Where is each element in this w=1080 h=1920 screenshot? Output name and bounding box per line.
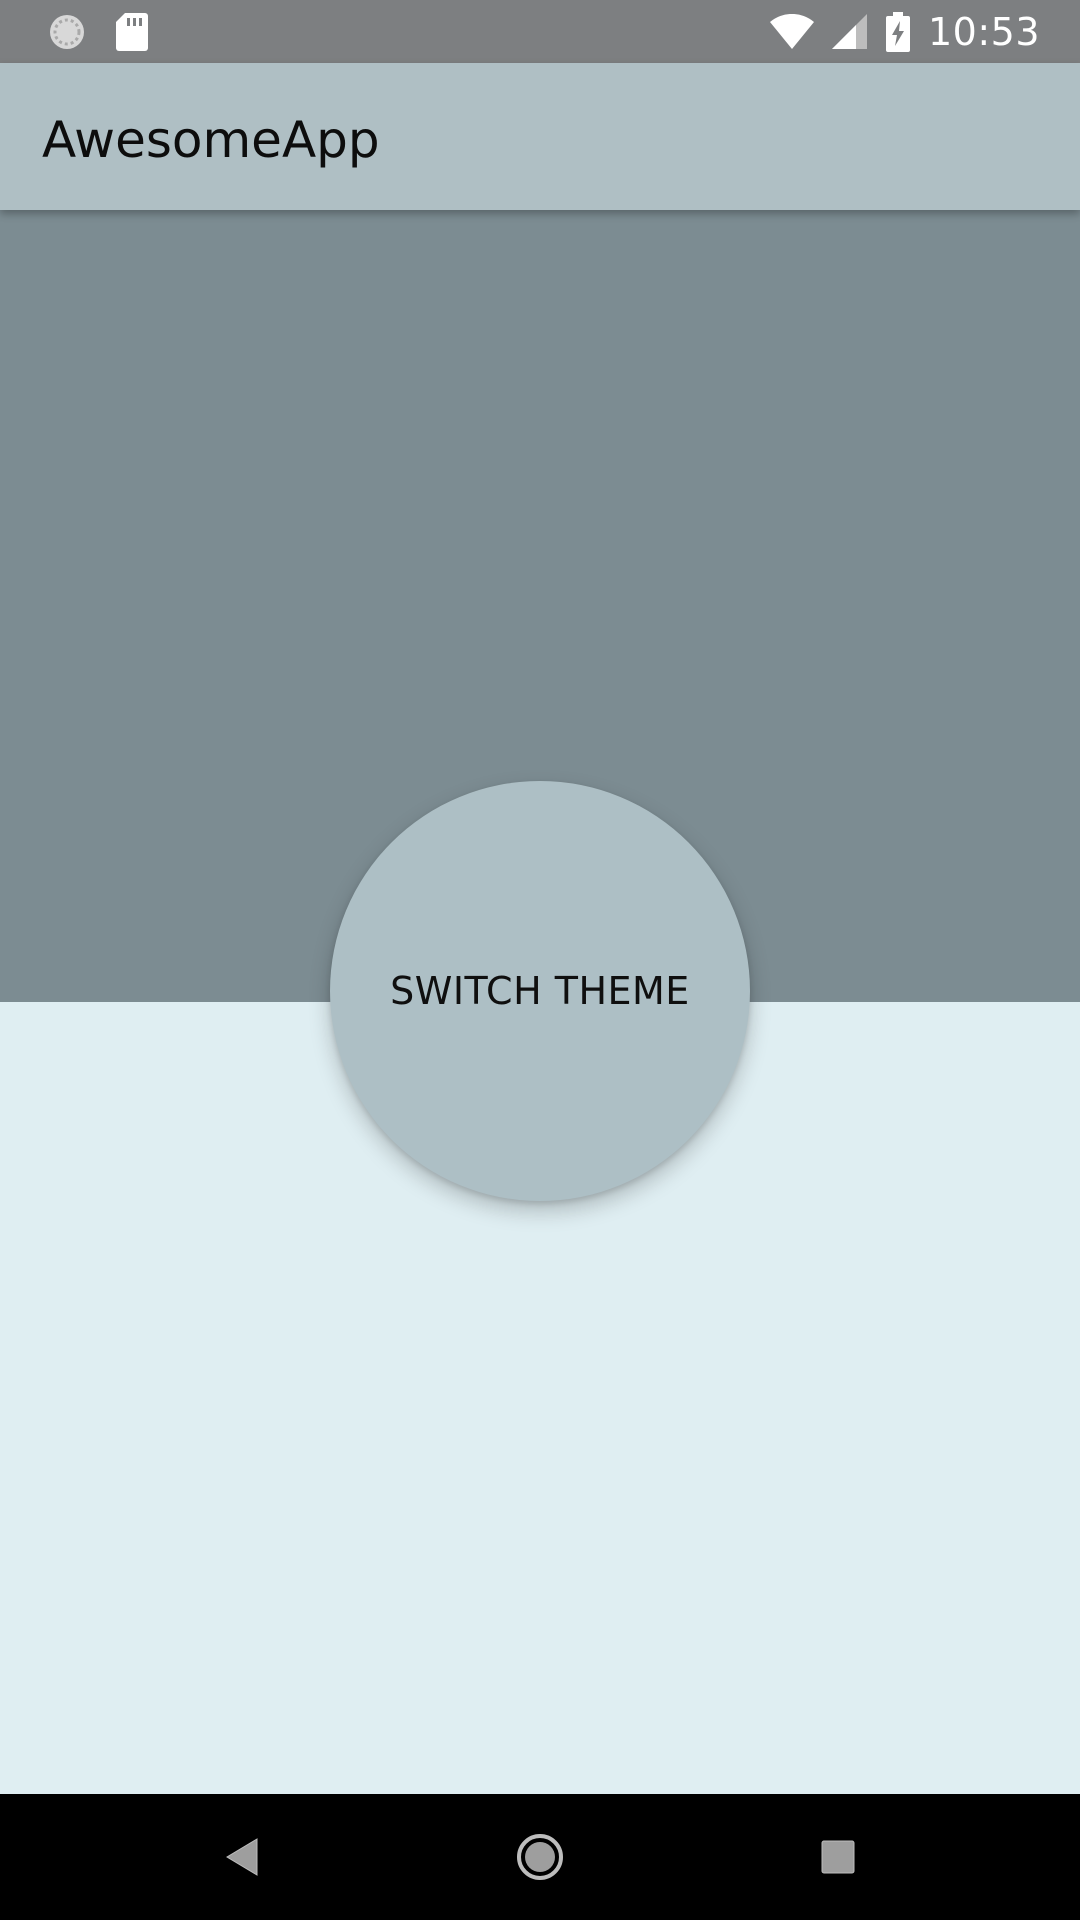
navigation-bar [0,1794,1080,1920]
status-right-icons: 10:53 [769,0,1040,63]
app-title: AwesomeApp [42,111,380,169]
back-icon [225,1837,259,1877]
cell-signal-icon [831,13,868,50]
recents-button[interactable] [768,1794,908,1920]
switch-theme-label: SWITCH THEME [390,969,690,1013]
sd-card-icon [116,13,148,51]
clock: 10:53 [927,9,1040,54]
switch-theme-button[interactable]: SWITCH THEME [330,781,750,1201]
home-button[interactable] [470,1794,610,1920]
loading-circle-icon [48,13,86,51]
home-icon [515,1832,565,1882]
recents-icon [821,1840,855,1874]
status-left-icons [48,12,148,52]
app-bar: AwesomeApp [0,63,1080,210]
status-bar: 10:53 [0,0,1080,63]
battery-charging-icon [885,11,910,52]
back-button[interactable] [172,1794,312,1920]
screen: 10:53 AwesomeApp SWITCH THEME [0,0,1080,1920]
wifi-icon [769,13,814,50]
